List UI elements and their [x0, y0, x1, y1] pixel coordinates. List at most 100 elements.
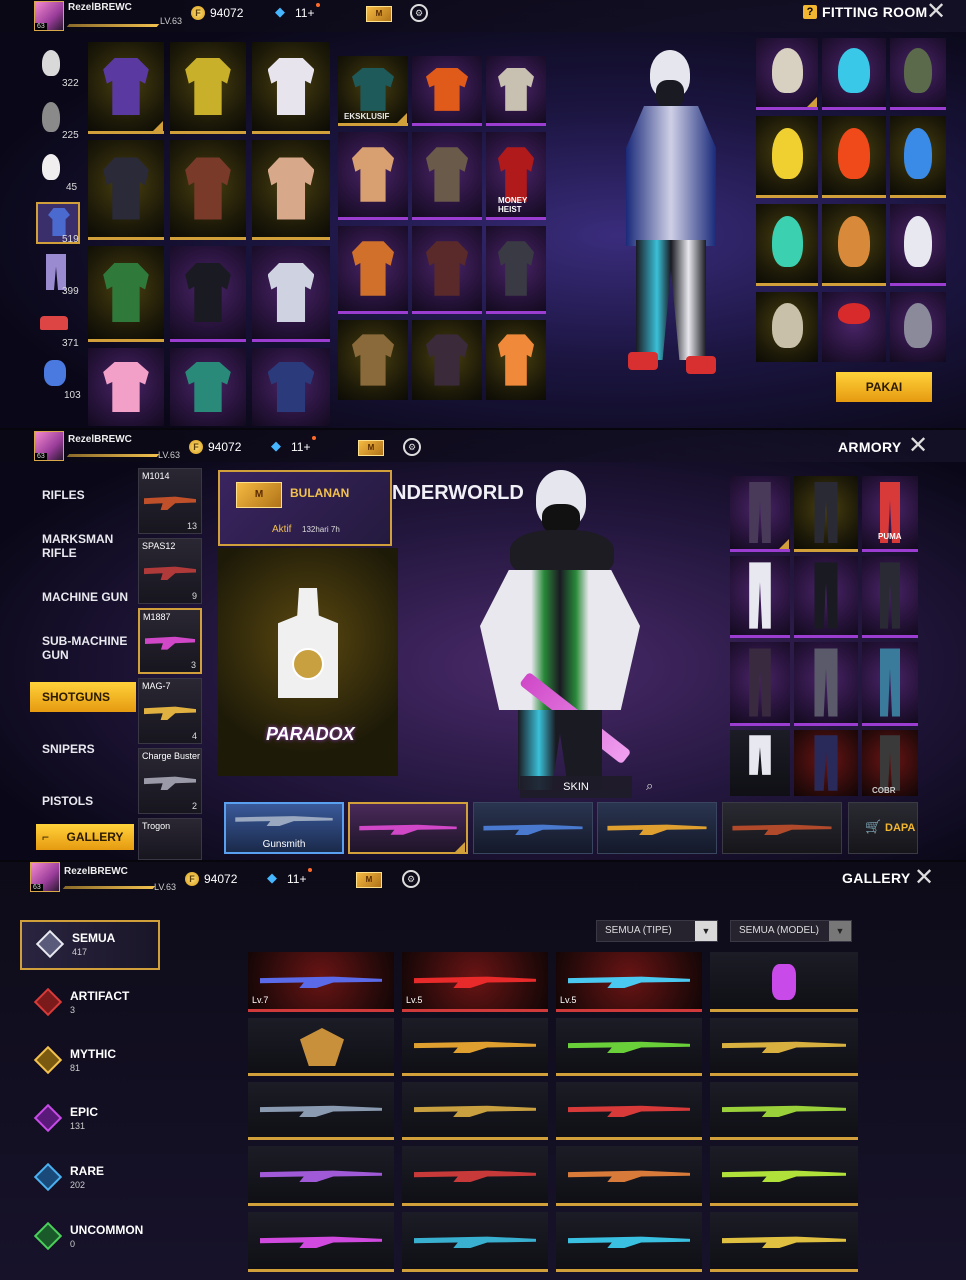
outfit-tile[interactable]	[252, 140, 330, 240]
gallery-item[interactable]	[248, 1212, 394, 1272]
skin-card[interactable]	[597, 802, 717, 854]
outfit-tile[interactable]	[338, 226, 408, 314]
pants-tile[interactable]	[794, 556, 858, 638]
gallery-item[interactable]	[710, 1082, 858, 1140]
skin-card-gunsmith[interactable]: Gunsmith	[224, 802, 344, 854]
gallery-item[interactable]	[710, 1018, 858, 1076]
outfit-tile[interactable]	[412, 56, 482, 126]
hair-tile[interactable]	[890, 116, 946, 198]
pants-tile[interactable]	[862, 556, 918, 638]
gallery-item[interactable]: Lv.5	[402, 952, 548, 1012]
avatar[interactable]: 63	[34, 431, 64, 461]
gallery-item[interactable]	[556, 1146, 702, 1206]
gallery-item[interactable]: Lv.7	[248, 952, 394, 1012]
membership-card[interactable]: M BULANAN Aktif 132hari 7h	[218, 470, 392, 546]
category-rifles[interactable]: RIFLES	[42, 488, 85, 502]
weapon-card-charge-buster[interactable]: Charge Buster 2	[138, 748, 202, 814]
pants-tile[interactable]	[794, 730, 858, 796]
close-icon[interactable]: ✕	[908, 434, 928, 458]
hair-tile[interactable]	[822, 292, 886, 362]
type-filter-dropdown[interactable]: SEMUA (TIPE) ▼	[596, 920, 718, 942]
pants-tile[interactable]: COBR	[862, 730, 918, 796]
outfit-tile[interactable]	[88, 348, 164, 426]
hair-tile[interactable]	[890, 292, 946, 362]
gallery-item[interactable]	[556, 1082, 702, 1140]
gallery-item[interactable]	[248, 1082, 394, 1140]
weapon-card-m1887-selected[interactable]: M1887 3	[138, 608, 202, 674]
gallery-item[interactable]	[248, 1146, 394, 1206]
category-marksman-rifle[interactable]: MARKSMAN RIFLE	[42, 532, 132, 560]
hair-tile[interactable]	[822, 38, 886, 110]
pants-icon[interactable]	[46, 254, 66, 290]
character-preview[interactable]	[560, 40, 750, 400]
skin-tab[interactable]: SKIN	[520, 776, 632, 798]
rarity-filter-uncommon[interactable]: UNCOMMON 0	[20, 1214, 160, 1264]
hair-tile[interactable]	[822, 204, 886, 286]
outfit-tile[interactable]	[412, 226, 482, 314]
outfit-tile[interactable]: MONEY HEIST	[486, 132, 546, 220]
rarity-filter-rare[interactable]: RARE 202	[20, 1155, 160, 1205]
pakai-button[interactable]: PAKAI	[836, 372, 932, 402]
outfit-tile[interactable]	[252, 246, 330, 342]
character-card[interactable]: PARADOX	[218, 548, 398, 776]
membership-card-icon[interactable]: M	[358, 440, 384, 456]
close-icon[interactable]: ✕	[926, 0, 946, 24]
outfit-tile[interactable]	[486, 56, 546, 126]
outfit-tile[interactable]	[88, 42, 164, 134]
hair-tile[interactable]	[890, 38, 946, 110]
rarity-filter-mythic[interactable]: MYTHIC 81	[20, 1038, 160, 1088]
skin-card[interactable]	[348, 802, 468, 854]
gallery-button[interactable]: ⌐ GALLERY	[36, 824, 134, 850]
hair-tile[interactable]	[890, 204, 946, 286]
pants-tile[interactable]	[730, 556, 790, 638]
get-button[interactable]: 🛒 DAPA	[848, 802, 918, 854]
skin-card[interactable]	[722, 802, 842, 854]
pants-tile[interactable]	[794, 476, 858, 552]
hair-tile[interactable]	[822, 116, 886, 198]
outfit-tile[interactable]	[338, 320, 408, 400]
category-shotguns-selected[interactable]: SHOTGUNS	[30, 682, 136, 712]
rarity-filter-artifact[interactable]: ARTIFACT 3	[20, 980, 160, 1030]
gallery-item[interactable]	[556, 1212, 702, 1272]
outfit-tile[interactable]	[170, 140, 246, 240]
model-filter-dropdown[interactable]: SEMUA (MODEL) ▼	[730, 920, 852, 942]
outfit-tile[interactable]	[252, 42, 330, 134]
gallery-item[interactable]	[402, 1212, 548, 1272]
hair-tile[interactable]	[756, 292, 818, 362]
avatar[interactable]: 63	[30, 862, 60, 892]
weapon-card-mag7[interactable]: MAG-7 4	[138, 678, 202, 744]
outfit-tile[interactable]	[338, 132, 408, 220]
avatar[interactable]: 63	[34, 1, 64, 31]
outfit-tile[interactable]	[486, 320, 546, 400]
category-machine-gun[interactable]: MACHINE GUN	[42, 590, 128, 604]
settings-icon[interactable]: ⚙	[410, 4, 428, 22]
settings-icon[interactable]: ⚙	[403, 438, 421, 456]
weapon-card-trogon[interactable]: Trogon	[138, 818, 202, 860]
gallery-item[interactable]	[556, 1018, 702, 1076]
inspect-icon[interactable]: ⌕	[646, 778, 653, 794]
gallery-item[interactable]	[710, 952, 858, 1012]
membership-card-icon[interactable]: M	[366, 6, 392, 22]
gallery-item[interactable]: Lv.5	[556, 952, 702, 1012]
settings-icon[interactable]: ⚙	[402, 870, 420, 888]
shoes-icon[interactable]	[40, 316, 68, 330]
hair-tile[interactable]	[756, 38, 818, 110]
rarity-filter-all-selected[interactable]: SEMUA 417	[20, 920, 160, 970]
outfit-tile[interactable]	[88, 140, 164, 240]
outfit-tile[interactable]	[486, 226, 546, 314]
pet-icon[interactable]	[44, 360, 66, 386]
pants-tile[interactable]	[862, 642, 918, 726]
outfit-tile[interactable]	[170, 348, 246, 426]
hair-tile[interactable]	[756, 116, 818, 198]
pants-tile[interactable]	[794, 642, 858, 726]
pants-tile[interactable]	[730, 642, 790, 726]
gallery-item[interactable]	[710, 1146, 858, 1206]
weapon-card-spas12[interactable]: SPAS12 9	[138, 538, 202, 604]
gallery-item[interactable]	[710, 1212, 858, 1272]
pants-tile[interactable]	[730, 476, 790, 552]
pants-tile[interactable]: PUMA	[862, 476, 918, 552]
membership-card-icon[interactable]: M	[356, 872, 382, 888]
outfit-tile[interactable]	[412, 132, 482, 220]
rarity-filter-epic[interactable]: EPIC 131	[20, 1096, 160, 1146]
weapon-card-m1014[interactable]: M1014 13	[138, 468, 202, 534]
